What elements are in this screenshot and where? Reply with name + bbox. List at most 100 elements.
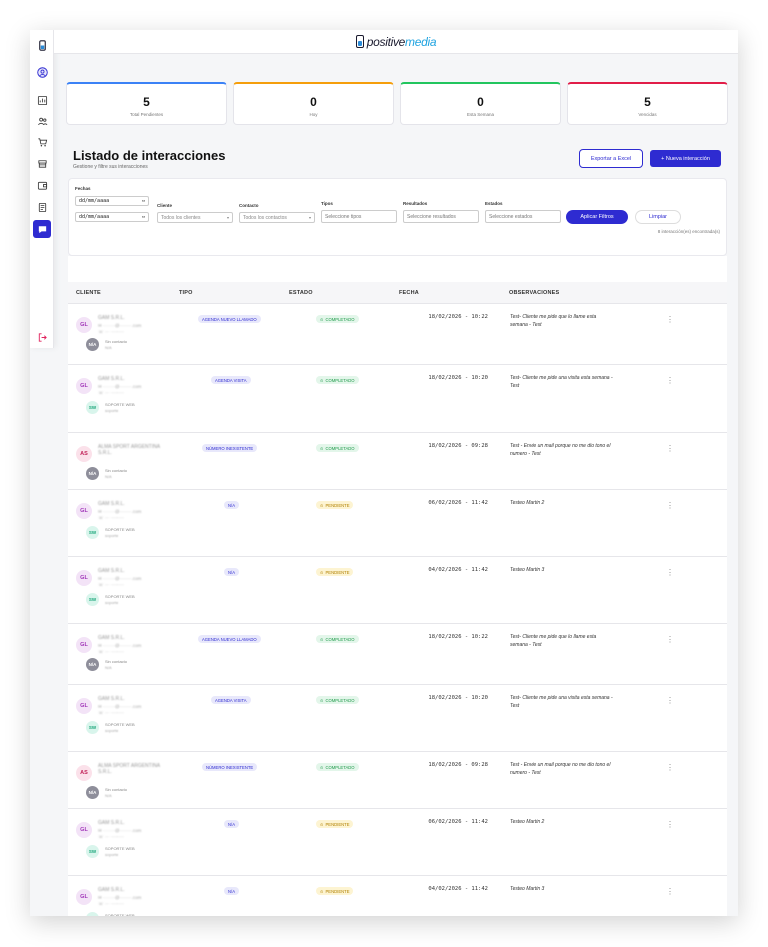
contact-name[interactable]: Sin contacto xyxy=(105,659,127,664)
brand-logo[interactable]: positivemedia xyxy=(355,35,437,49)
store-icon[interactable] xyxy=(33,154,51,172)
tipo-badge: AGENDA VISITA xyxy=(211,376,251,384)
clock-icon: ⊙ xyxy=(320,569,324,575)
contact-name[interactable]: SOPORTE WEB xyxy=(105,402,135,407)
cliente-select[interactable]: Todos los clientes ▾ xyxy=(157,212,233,223)
wallet-icon[interactable] xyxy=(33,176,51,194)
date-to-input[interactable]: dd/mm/aaaa ▭ xyxy=(75,212,149,222)
client-name[interactable]: GAM S.R.L. xyxy=(98,635,168,641)
contact-avatar: N/A xyxy=(86,338,99,351)
table-row[interactable]: GL GAM S.R.L. ✉ ········@········.com ☏ ···… xyxy=(68,685,727,752)
filters-panel: Fechas dd/mm/aaaa ▭ dd/mm/aaaa ▭ Cliente T… xyxy=(68,178,727,256)
brand-mark-icon xyxy=(355,35,364,48)
cart-icon[interactable] xyxy=(33,133,51,151)
contact-name[interactable]: SOPORTE WEB xyxy=(105,594,135,599)
col-tipo[interactable]: TIPO xyxy=(179,290,193,296)
row-actions-icon[interactable]: ⋮ xyxy=(666,502,674,510)
client-name[interactable]: GAM S.R.L. xyxy=(98,501,168,507)
client-phone: ☏ ··· ····-···· xyxy=(98,390,125,395)
row-actions-icon[interactable]: ⋮ xyxy=(666,697,674,705)
client-name[interactable]: ALMA SPORT ARGENTINA S.R.L. xyxy=(98,763,168,775)
contacto-select[interactable]: Todos los contactos ▾ xyxy=(239,212,315,223)
estados-input[interactable]: Seleccione estados xyxy=(485,210,561,223)
row-actions-icon[interactable]: ⋮ xyxy=(666,445,674,453)
table-row[interactable]: GL GAM S.R.L. ✉ ········@········.com ☏ ···… xyxy=(68,809,727,876)
estado-badge: ⊙ COMPLETADO xyxy=(316,315,359,323)
col-observaciones[interactable]: OBSERVACIONES xyxy=(509,290,559,296)
date-to-value: dd/mm/aaaa xyxy=(79,214,110,220)
chat-icon[interactable] xyxy=(33,220,51,238)
client-name[interactable]: GAM S.R.L. xyxy=(98,568,168,574)
row-actions-icon[interactable]: ⋮ xyxy=(666,377,674,385)
table-row[interactable]: GL GAM S.R.L. ✉ ········@········.com ☏ ···… xyxy=(68,876,727,916)
client-name[interactable]: GAM S.R.L. xyxy=(98,696,168,702)
contact-name[interactable]: SOPORTE WEB xyxy=(105,913,135,916)
cliente-value: Todos los clientes xyxy=(161,214,201,221)
estado-label: COMPLETADO xyxy=(325,316,355,322)
tipo-badge: N/A xyxy=(224,568,239,576)
report-icon[interactable] xyxy=(33,198,51,216)
fecha-value: 18/02/2026 - 10:22 xyxy=(428,314,488,320)
contact-name[interactable]: Sin contacto xyxy=(105,787,127,792)
observaciones-text: Test- Cliente me pide una visita esta se… xyxy=(510,375,613,389)
fechas-label: Fechas xyxy=(75,186,91,191)
logout-icon[interactable] xyxy=(33,328,51,346)
tipo-badge: N/A xyxy=(224,820,239,828)
chevron-down-icon: ▾ xyxy=(308,215,311,220)
user-circle-icon[interactable] xyxy=(33,63,51,81)
client-name[interactable]: GAM S.R.L. xyxy=(98,376,168,382)
tipos-input[interactable]: Seleccione tipos xyxy=(321,210,397,223)
resultados-label: Resultados xyxy=(403,201,428,206)
table-row[interactable]: AS ALMA SPORT ARGENTINA S.R.L. N/A Sin cont… xyxy=(68,752,727,809)
export-excel-button[interactable]: Exportar a Excel xyxy=(579,149,643,168)
col-estado[interactable]: ESTADO xyxy=(289,290,313,296)
fecha-value: 06/02/2026 - 11:42 xyxy=(428,819,488,825)
fecha-value: 06/02/2026 - 11:42 xyxy=(428,500,488,506)
logo-icon[interactable] xyxy=(33,36,51,54)
new-interaction-button[interactable]: + Nueva interacción xyxy=(650,150,721,167)
client-name[interactable]: ALMA SPORT ARGENTINA S.R.L. xyxy=(98,444,168,456)
contacto-value: Todos los contactos xyxy=(243,214,287,221)
client-avatar: GL xyxy=(76,637,92,653)
table-row[interactable]: AS ALMA SPORT ARGENTINA S.R.L. N/A Sin cont… xyxy=(68,433,727,490)
row-actions-icon[interactable]: ⋮ xyxy=(666,764,674,772)
col-cliente[interactable]: CLIENTE xyxy=(76,290,101,296)
check-circle-icon: ⊙ xyxy=(320,445,324,451)
row-actions-icon[interactable]: ⋮ xyxy=(666,569,674,577)
stat-card-pendientes: 5 Total Pendientes xyxy=(66,82,227,125)
fecha-value: 04/02/2026 - 11:42 xyxy=(428,886,488,892)
client-name[interactable]: GAM S.R.L. xyxy=(98,315,168,321)
resultados-input[interactable]: Seleccione resultados xyxy=(403,210,479,223)
clear-filters-button[interactable]: Limpiar xyxy=(635,210,681,224)
contact-name[interactable]: Sin contacto xyxy=(105,468,127,473)
contact-detail: N/A xyxy=(105,793,112,798)
client-avatar: GL xyxy=(76,822,92,838)
table-row[interactable]: GL GAM S.R.L. ✉ ········@········.com ☏ ···… xyxy=(68,490,727,557)
row-actions-icon[interactable]: ⋮ xyxy=(666,636,674,644)
contact-avatar: N/A xyxy=(86,786,99,799)
users-icon[interactable] xyxy=(33,112,51,130)
contact-name[interactable]: SOPORTE WEB xyxy=(105,527,135,532)
stat-value: 5 xyxy=(644,95,651,109)
table-row[interactable]: GL GAM S.R.L. ✉ ········@········.com ☏ ···… xyxy=(68,624,727,685)
contact-detail: N/A xyxy=(105,665,112,670)
contact-name[interactable]: SOPORTE WEB xyxy=(105,722,135,727)
contact-name[interactable]: SOPORTE WEB xyxy=(105,846,135,851)
table-row[interactable]: GL GAM S.R.L. ✉ ········@········.com ☏ ···… xyxy=(68,557,727,624)
contact-name[interactable]: Sin contacto xyxy=(105,339,127,344)
row-actions-icon[interactable]: ⋮ xyxy=(666,821,674,829)
dashboard-icon[interactable] xyxy=(33,91,51,109)
client-name[interactable]: GAM S.R.L. xyxy=(98,820,168,826)
calendar-icon[interactable]: ▭ xyxy=(142,198,145,204)
calendar-icon[interactable]: ▭ xyxy=(142,214,145,220)
estado-label: COMPLETADO xyxy=(325,377,355,383)
row-actions-icon[interactable]: ⋮ xyxy=(666,888,674,896)
apply-filters-button[interactable]: Aplicar Filtros xyxy=(566,210,628,224)
client-phone: ☏ ··· ····-···· xyxy=(98,329,125,334)
client-name[interactable]: GAM S.R.L. xyxy=(98,887,168,893)
table-row[interactable]: GL GAM S.R.L. ✉ ········@········.com ☏ ···… xyxy=(68,365,727,433)
date-from-input[interactable]: dd/mm/aaaa ▭ xyxy=(75,196,149,206)
row-actions-icon[interactable]: ⋮ xyxy=(666,316,674,324)
table-row[interactable]: GL GAM S.R.L. ✉ ········@········.com ☏ ···… xyxy=(68,304,727,365)
col-fecha[interactable]: FECHA xyxy=(399,290,419,296)
